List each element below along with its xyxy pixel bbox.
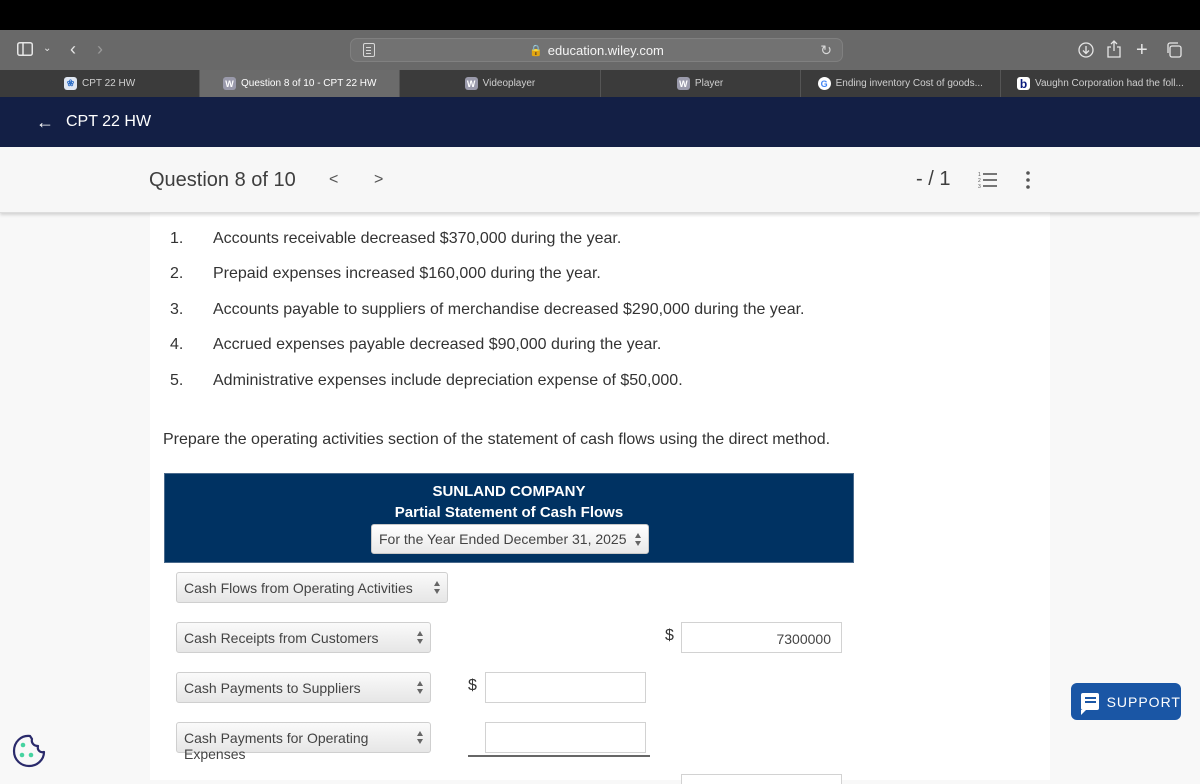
new-tab-icon[interactable]: + <box>1136 40 1148 60</box>
system-top-bar <box>0 0 1200 30</box>
select-arrows-icon <box>434 581 441 595</box>
select-value: Cash Payments to Suppliers <box>184 680 361 696</box>
tab-label: Ending inventory Cost of goods... <box>835 78 983 89</box>
currency-symbol: $ <box>468 677 477 694</box>
select-arrows-icon <box>417 681 424 695</box>
score-display: - / 1 <box>916 168 951 190</box>
subtotal-underline <box>468 755 650 757</box>
tab-question-8[interactable]: W Question 8 of 10 - CPT 22 HW <box>199 70 400 97</box>
tab-label: Question 8 of 10 - CPT 22 HW <box>241 78 377 89</box>
tab-strip: ❀ CPT 22 HW W Question 8 of 10 - CPT 22 … <box>0 70 1200 97</box>
tab-cpt22-hw[interactable]: ❀ CPT 22 HW <box>0 70 199 97</box>
lock-icon: 🔒 <box>529 44 543 57</box>
share-icon[interactable] <box>1107 40 1121 62</box>
tab-videoplayer[interactable]: W Videoplayer <box>399 70 599 97</box>
url-text: education.wiley.com <box>547 42 664 58</box>
cash-receipts-select[interactable]: Cash Receipts from Customers <box>176 622 431 653</box>
given-information-list: 1. Accounts receivable decreased $370,00… <box>170 221 805 399</box>
tab-label: Player <box>694 78 724 89</box>
item-number: 3. <box>170 300 184 318</box>
more-options-icon[interactable] <box>1025 170 1031 190</box>
reader-icon[interactable] <box>363 43 375 57</box>
list-item: 3. Accounts payable to suppliers of merc… <box>170 292 805 328</box>
cash-payments-suppliers-input[interactable] <box>485 672 646 703</box>
reload-icon[interactable]: ↻ <box>820 42 832 59</box>
section-heading-select[interactable]: Cash Flows from Operating Activities <box>176 572 448 603</box>
previous-question-button[interactable]: < <box>329 171 338 189</box>
tab-player[interactable]: W Player <box>599 70 800 97</box>
assignment-title[interactable]: CPT 22 HW <box>66 113 151 131</box>
wiley-icon: W <box>464 77 478 90</box>
item-number: 2. <box>170 265 184 283</box>
item-text: Prepaid expenses increased $160,000 duri… <box>213 265 601 283</box>
list-item: 4. Accrued expenses payable decreased $9… <box>170 328 805 364</box>
tab-label: CPT 22 HW <box>82 78 136 89</box>
cookie-settings-icon[interactable] <box>11 733 47 769</box>
question-content: 1. Accounts receivable decreased $370,00… <box>150 213 1050 784</box>
item-number: 4. <box>170 336 184 354</box>
wiley-icon: W <box>223 77 237 90</box>
item-text: Accounts receivable decreased $370,000 d… <box>213 229 622 247</box>
svg-text:3: 3 <box>978 184 981 189</box>
back-icon[interactable]: ‹ <box>70 40 76 58</box>
cash-payments-suppliers-select[interactable]: Cash Payments to Suppliers <box>176 672 431 703</box>
leaf-icon: ❀ <box>64 77 77 90</box>
item-text: Accounts payable to suppliers of merchan… <box>213 300 805 318</box>
support-label: SUPPORT <box>1106 693 1181 710</box>
company-name: SUNLAND COMPANY <box>432 483 586 500</box>
bartleby-icon: b <box>1017 77 1031 91</box>
tab-label: Videoplayer <box>482 78 536 89</box>
browser-toolbar: ⌄ ‹ › 🔒 education.wiley.com ↻ + <box>0 30 1200 70</box>
tab-label: Vaughn Corporation had the foll... <box>1035 78 1184 89</box>
tab-ending-inventory[interactable]: G Ending inventory Cost of goods... <box>799 70 1000 97</box>
select-value: Cash Flows from Operating Activities <box>184 580 413 596</box>
list-item: 1. Accounts receivable decreased $370,00… <box>170 221 805 257</box>
list-item: 5. Administrative expenses include depre… <box>170 363 805 399</box>
item-number: 5. <box>170 371 184 389</box>
list-item: 2. Prepaid expenses increased $160,000 d… <box>170 257 805 293</box>
tab-overview-icon[interactable] <box>1166 42 1182 62</box>
period-select-value: For the Year Ended December 31, 2025 <box>379 531 627 547</box>
item-text: Accrued expenses payable decreased $90,0… <box>213 336 662 354</box>
statement-title: Partial Statement of Cash Flows <box>394 504 624 521</box>
google-icon: G <box>817 77 831 90</box>
support-button[interactable]: SUPPORT <box>1071 683 1181 720</box>
period-select[interactable]: For the Year Ended December 31, 2025 <box>371 524 649 554</box>
next-question-button[interactable]: > <box>374 171 383 189</box>
back-arrow-icon[interactable]: ← <box>36 112 54 133</box>
chat-icon <box>1081 693 1099 715</box>
cash-payments-operating-expenses-select[interactable]: Cash Payments for Operating Expenses <box>176 722 431 762</box>
wiley-icon: W <box>676 77 690 90</box>
cash-payments-operating-expenses-input[interactable] <box>485 722 646 753</box>
select-arrows-icon <box>417 631 424 645</box>
download-icon[interactable] <box>1078 42 1094 62</box>
question-list-icon[interactable]: 1 2 3 <box>978 171 998 190</box>
item-text: Administrative expenses include deprecia… <box>213 371 683 389</box>
tab-vaughn-corporation[interactable]: b Vaughn Corporation had the foll... <box>999 70 1200 97</box>
address-bar[interactable]: 🔒 education.wiley.com ↻ <box>350 38 843 62</box>
app-header: ← CPT 22 HW <box>0 97 1200 147</box>
instruction-text: Prepare the operating activities section… <box>163 431 831 448</box>
sidebar-toggle-icon[interactable] <box>17 42 33 60</box>
select-value: Cash Payments for Operating Expenses <box>184 730 369 762</box>
item-number: 1. <box>170 229 184 247</box>
select-arrows-icon <box>635 533 642 547</box>
cash-receipts-amount-input[interactable]: 7300000 <box>681 622 842 653</box>
select-value: Cash Receipts from Customers <box>184 630 379 646</box>
select-arrows-icon <box>417 731 424 745</box>
question-bar: Question 8 of 10 < > - / 1 1 2 3 <box>0 147 1200 213</box>
question-title: Question 8 of 10 <box>149 169 296 191</box>
chevron-down-icon[interactable]: ⌄ <box>43 44 51 54</box>
forward-icon[interactable]: › <box>97 40 103 58</box>
currency-symbol: $ <box>665 627 674 644</box>
total-amount-input[interactable] <box>681 774 842 784</box>
statement-header: SUNLAND COMPANY Partial Statement of Cas… <box>164 473 854 563</box>
